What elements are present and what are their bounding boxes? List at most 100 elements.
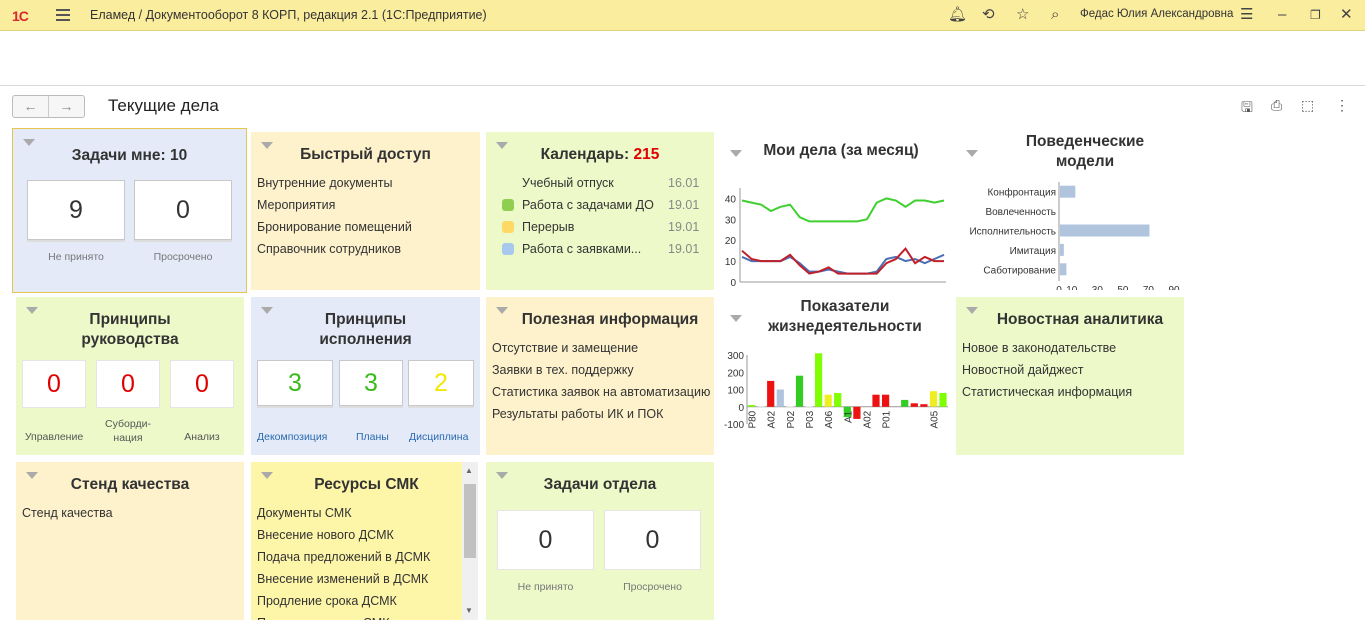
plans-link[interactable]: Планы: [356, 431, 389, 443]
list-item[interactable]: Подача заявки на СМК: [257, 612, 430, 620]
decomposition-value[interactable]: 3: [257, 360, 333, 406]
forward-arrow-icon[interactable]: →: [49, 96, 84, 117]
1c-logo[interactable]: 1С: [12, 8, 29, 24]
panel-title: Поведенческие модели: [1025, 133, 1145, 170]
y-tick-label: 0: [730, 278, 736, 289]
overdue-count[interactable]: 0: [604, 510, 701, 570]
category-label: Вовлеченность: [985, 207, 1056, 218]
bar: [929, 391, 938, 407]
list-item[interactable]: Внесение изменений в ДСМК: [257, 568, 430, 590]
list-item[interactable]: Заявки в тех. поддержку: [492, 359, 710, 381]
calendar-title: Календарь:: [540, 146, 634, 163]
collapse-icon[interactable]: [26, 307, 38, 314]
toolbar-area: [0, 31, 1365, 86]
list-item[interactable]: Статистическая информация: [962, 381, 1132, 403]
list-item[interactable]: Внесение нового ДСМК: [257, 524, 430, 546]
restore-icon[interactable]: ❐: [1310, 6, 1321, 24]
panel-title: Быстрый доступ: [300, 146, 431, 163]
star-icon[interactable]: ☆: [1016, 6, 1029, 24]
subordination-value[interactable]: 0: [96, 360, 160, 408]
list-item[interactable]: Мероприятия: [257, 194, 412, 216]
list-item[interactable]: Справочник сотрудников: [257, 238, 412, 260]
useful-info-panel: Полезная информация Отсутствие и замещен…: [486, 297, 714, 455]
discipline-link[interactable]: Дисциплина: [409, 431, 468, 443]
color-marker: [502, 199, 514, 211]
scrollbar[interactable]: ▲ ▼: [462, 462, 478, 620]
management-panel: Принципы руководства 0 0 0 Управление Су…: [16, 297, 244, 455]
panel-title: Полезная информация: [521, 311, 699, 328]
calendar-panel: Календарь: 215 Учебный отпуск 16.01 Работ…: [486, 132, 714, 290]
not-accepted-count[interactable]: 9: [27, 180, 125, 240]
horizontal-bar-chart: Конфронтация Вовлеченность Исполнительност…: [969, 182, 1180, 290]
save-icon[interactable]: 🖫: [1241, 97, 1253, 121]
scroll-thumb[interactable]: [464, 484, 476, 558]
collapse-icon[interactable]: [730, 315, 742, 322]
list-item[interactable]: Новое в законодательстве: [962, 337, 1132, 359]
panel-title: Показатели жизнедеятельности: [768, 298, 922, 335]
list-item[interactable]: Подача предложений в ДСМК: [257, 546, 430, 568]
list-item[interactable]: Документы СМК: [257, 502, 430, 524]
category-label: Конфронтация: [987, 187, 1056, 199]
collapse-icon[interactable]: [261, 307, 273, 314]
quick-access-panel: Быстрый доступ Внутренние документы Меро…: [251, 132, 480, 290]
analysis-value[interactable]: 0: [170, 360, 234, 408]
scroll-down-icon[interactable]: ▼: [465, 606, 473, 615]
y-tick-label: 0: [738, 403, 744, 414]
bar: [901, 399, 909, 407]
list-item[interactable]: Новостной дайджест: [962, 359, 1132, 381]
list-item[interactable]: Статистика заявок на автоматизацию: [492, 381, 710, 403]
minimize-icon[interactable]: –: [1278, 6, 1286, 24]
x-tick-label: A02: [767, 410, 778, 428]
link-list: Новое в законодательстве Новостной дайдж…: [962, 337, 1132, 403]
panel-title: Принципы исполнения: [319, 311, 412, 348]
smk-panel: Ресурсы СМК Документы СМК Внесение новог…: [251, 462, 462, 620]
collapse-icon[interactable]: [23, 139, 35, 146]
x-tick-label: A06: [824, 410, 835, 428]
bar: [824, 394, 832, 407]
decomposition-link[interactable]: Декомпозиция: [257, 431, 327, 443]
x-tick-label: P03: [805, 410, 816, 428]
panel-title: Новостная аналитика: [996, 311, 1164, 328]
event-date: 19.01: [668, 220, 700, 234]
analysis-label: Анализ: [184, 431, 220, 443]
overdue-count[interactable]: 0: [134, 180, 232, 240]
user-name[interactable]: Федас Юлия Александровна: [1080, 8, 1233, 20]
bar: [1060, 243, 1064, 256]
back-arrow-icon[interactable]: ←: [13, 96, 49, 117]
history-icon[interactable]: ⟲: [982, 6, 995, 24]
page-title: Текущие дела: [108, 96, 219, 115]
event-label: Перерыв: [522, 220, 575, 234]
link-list: Стенд качества: [22, 502, 113, 524]
y-tick-label: 100: [727, 386, 744, 397]
series-line: [741, 253, 945, 275]
list-item[interactable]: Результаты работы ИК и ПОК: [492, 403, 710, 425]
list-item[interactable]: Стенд качества: [22, 502, 113, 524]
list-item[interactable]: Бронирование помещений: [257, 216, 412, 238]
x-tick-label: 90: [1168, 285, 1180, 290]
print-icon[interactable]: ⎙: [1271, 97, 1282, 114]
search-icon[interactable]: ⌕: [1051, 6, 1059, 24]
scroll-up-icon[interactable]: ▲: [465, 466, 473, 475]
bar: [920, 404, 928, 407]
close-icon[interactable]: ✕: [1340, 6, 1353, 24]
collapse-icon[interactable]: [966, 150, 978, 157]
menu-icon[interactable]: [56, 9, 70, 21]
x-tick-label: P80: [748, 410, 759, 428]
list-item[interactable]: Отсутствие и замещение: [492, 337, 710, 359]
tasks-me-panel: Задачи мне: 10 9 0 Не принято Просрочено: [12, 128, 247, 293]
not-accepted-count[interactable]: 0: [497, 510, 594, 570]
bell-icon[interactable]: 🔔︎: [948, 6, 967, 24]
management-value[interactable]: 0: [22, 360, 86, 408]
list-item[interactable]: Продление срока ДСМК: [257, 590, 430, 612]
bar: [834, 393, 842, 407]
discipline-value[interactable]: 2: [408, 360, 474, 406]
plans-value[interactable]: 3: [339, 360, 403, 406]
not-accepted-label: Не принято: [517, 581, 574, 593]
panel-title: Принципы руководства: [81, 311, 179, 348]
preview-icon[interactable]: ⬚: [1301, 97, 1314, 114]
y-tick-label: 20: [725, 236, 737, 247]
list-item[interactable]: Внутренние документы: [257, 172, 412, 194]
more-icon[interactable]: ⋮: [1335, 97, 1349, 114]
calendar-count[interactable]: 215: [633, 146, 659, 163]
settings-icon[interactable]: ☰: [1240, 6, 1253, 24]
